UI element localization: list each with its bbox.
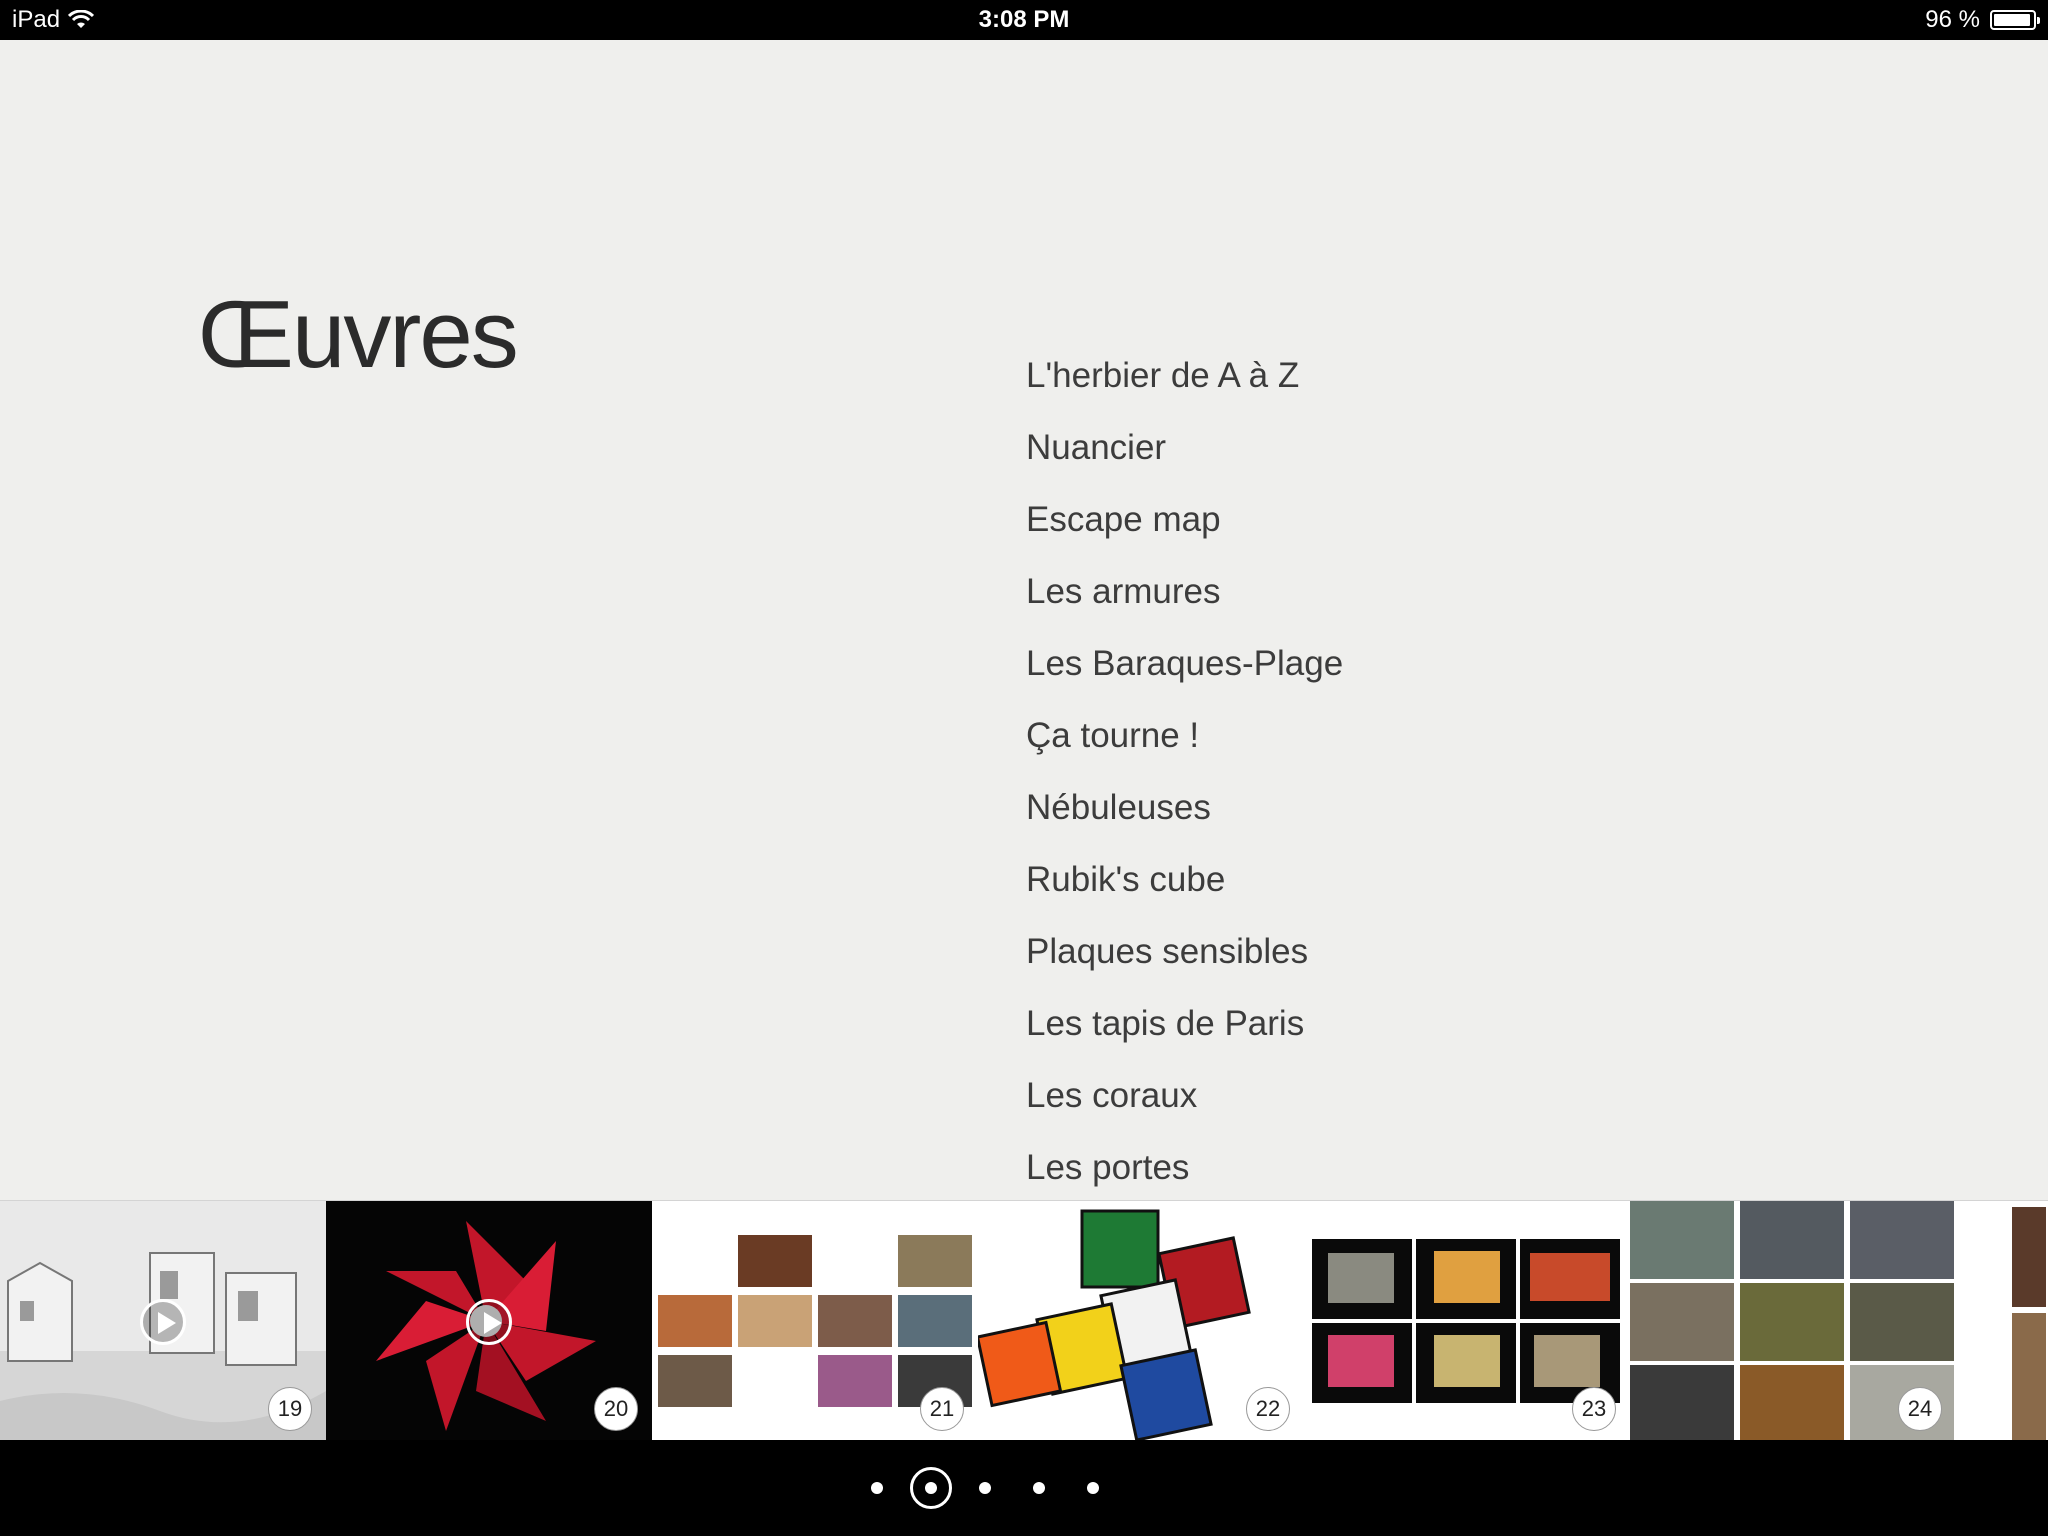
work-item[interactable]: Rubik's cube — [1026, 844, 1343, 916]
thumbnail-24[interactable]: 24 — [1630, 1201, 1956, 1440]
thumbnail-19[interactable]: 19 — [0, 1201, 326, 1440]
work-item[interactable]: Nébuleuses — [1026, 772, 1343, 844]
work-item[interactable]: Les Baraques-Plage — [1026, 628, 1343, 700]
thumbnail-strip[interactable]: 19 20 21 22 23 24 — [0, 1200, 2048, 1440]
thumbnail-number: 19 — [268, 1387, 312, 1431]
page-control[interactable] — [0, 1440, 2048, 1536]
work-item[interactable]: Les armures — [1026, 556, 1343, 628]
thumbnail-21[interactable]: 21 — [652, 1201, 978, 1440]
thumbnail-number: 23 — [1572, 1387, 1616, 1431]
work-item[interactable]: Les tapis de Paris — [1026, 988, 1343, 1060]
thumbnail-number: 21 — [920, 1387, 964, 1431]
page-dot[interactable] — [1087, 1482, 1099, 1494]
page-dot[interactable] — [871, 1482, 883, 1494]
work-item[interactable]: Ça tourne ! — [1026, 700, 1343, 772]
status-right: 96 % — [1925, 6, 2040, 34]
page-dot[interactable] — [1033, 1482, 1045, 1494]
battery-fill — [1994, 14, 2030, 26]
page-dot-active[interactable] — [910, 1467, 952, 1509]
page-dots[interactable] — [0, 1467, 2048, 1509]
coraux-image — [1956, 1201, 2046, 1440]
play-icon[interactable] — [466, 1299, 512, 1345]
thumbnail-20[interactable]: 20 — [326, 1201, 652, 1440]
status-bar: iPad 3:08 PM 96 % — [0, 0, 2048, 40]
thumbnail-number: 24 — [1898, 1387, 1942, 1431]
thumbnail-23[interactable]: 23 — [1304, 1201, 1630, 1440]
work-item[interactable]: Les portes — [1026, 1132, 1343, 1200]
battery-percent: 96 % — [1925, 6, 1980, 33]
work-item[interactable]: L'herbier de A à Z — [1026, 340, 1343, 412]
work-item[interactable]: Les coraux — [1026, 1060, 1343, 1132]
main-content[interactable]: Œuvres L'herbier de A à Z Nuancier Escape … — [0, 40, 2048, 1200]
thumbnail-number: 22 — [1246, 1387, 1290, 1431]
page-title: Œuvres — [198, 281, 519, 388]
thumbnail-number: 20 — [594, 1387, 638, 1431]
page-dot[interactable] — [979, 1482, 991, 1494]
play-icon[interactable] — [140, 1299, 186, 1345]
work-item[interactable]: Nuancier — [1026, 412, 1343, 484]
works-list[interactable]: L'herbier de A à Z Nuancier Escape map Les … — [1026, 340, 1343, 1200]
work-item[interactable]: Plaques sensibles — [1026, 916, 1343, 988]
thumbnail-next-partial[interactable] — [1956, 1201, 2046, 1440]
thumbnail-22[interactable]: 22 — [978, 1201, 1304, 1440]
status-time: 3:08 PM — [978, 6, 1070, 33]
battery-icon — [1990, 10, 2040, 30]
work-item[interactable]: Escape map — [1026, 484, 1343, 556]
